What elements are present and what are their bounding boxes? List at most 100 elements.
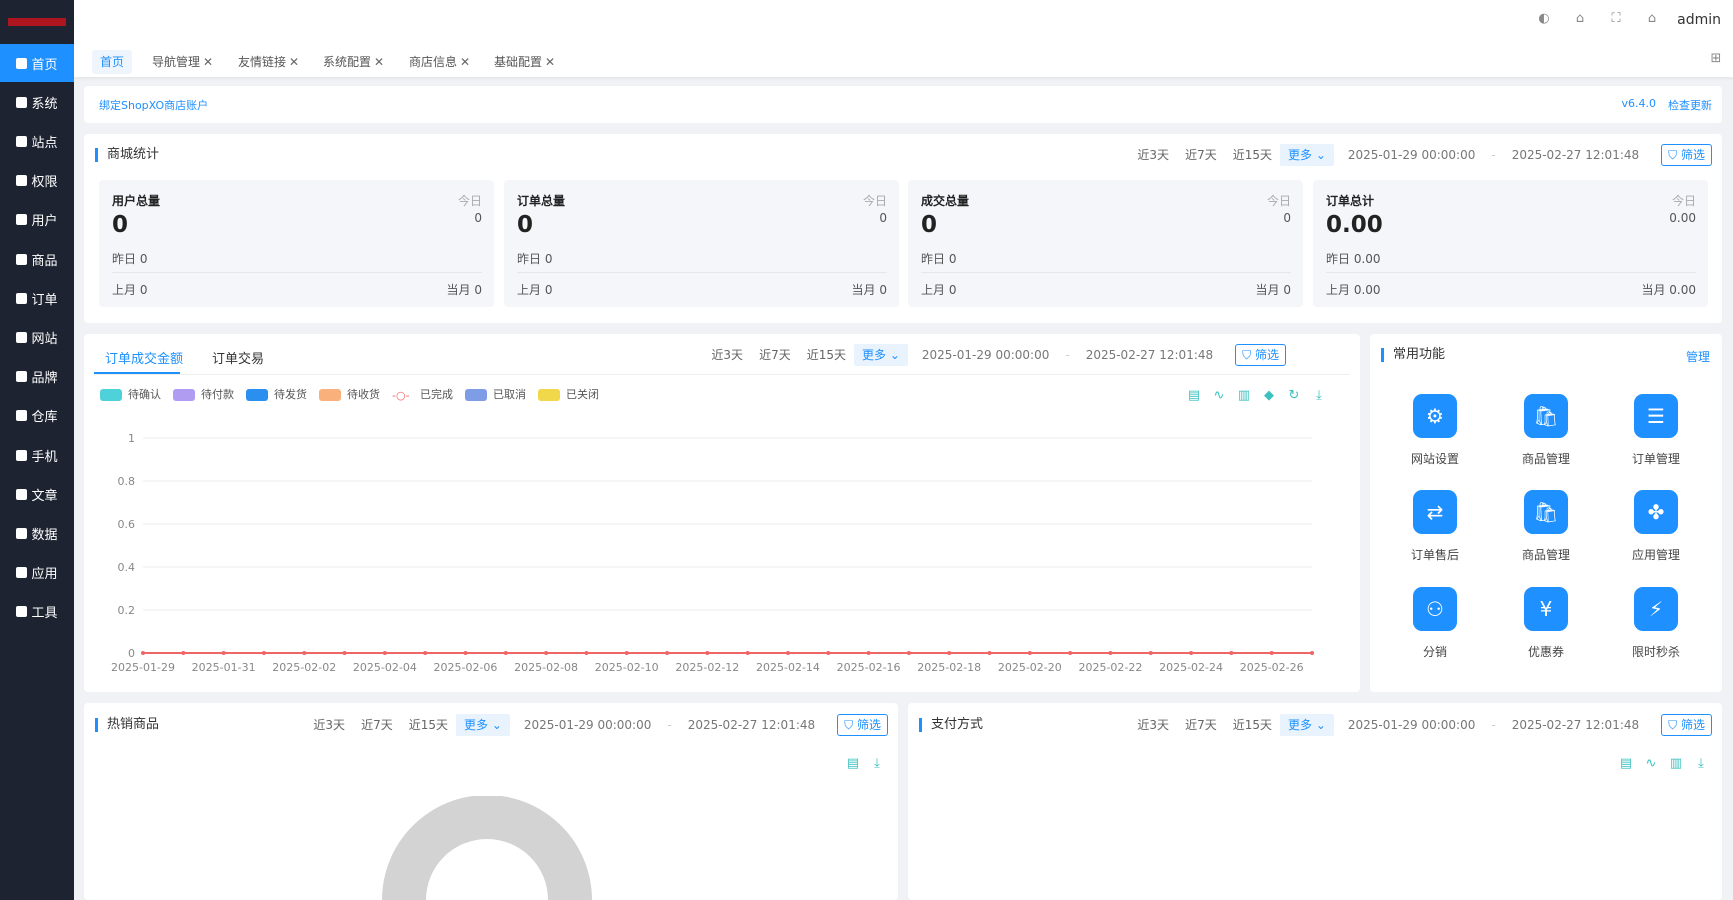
data-point[interactable]	[544, 651, 549, 655]
filter-button[interactable]: ⛉ 筛选	[837, 714, 888, 736]
start-date-input[interactable]: 2025-01-29 00:00:00	[510, 714, 665, 736]
sidebar-item-8[interactable]: 品牌	[0, 358, 74, 396]
data-point[interactable]	[181, 651, 186, 655]
stack-icon[interactable]: ◆	[1262, 389, 1276, 403]
download-icon[interactable]: ⤓	[870, 757, 884, 771]
line-chart-icon[interactable]: ∿	[1644, 757, 1658, 771]
legend-item[interactable]: 已关闭	[538, 386, 599, 402]
tab-order-trade[interactable]: 订单交易	[212, 348, 264, 367]
data-point[interactable]	[302, 651, 307, 655]
tab-order-amount[interactable]: 订单成交金额	[105, 348, 183, 367]
shortcut-7[interactable]: ¥ 优惠券	[1496, 587, 1596, 660]
end-date-input[interactable]: 2025-02-27 12:01:48	[1072, 344, 1227, 366]
legend-item[interactable]: 已取消	[465, 386, 526, 402]
end-date-input[interactable]: 2025-02-27 12:01:48	[674, 714, 829, 736]
theme-icon[interactable]: ◐	[1537, 12, 1551, 26]
last-3-days-button[interactable]: 近3天	[1129, 714, 1177, 736]
data-point[interactable]	[1269, 651, 1274, 655]
end-date-input[interactable]: 2025-02-27 12:01:48	[1498, 714, 1653, 736]
more-dropdown[interactable]: 更多 ⌄	[455, 714, 510, 736]
shortcut-4[interactable]: 🛍 商品管理	[1496, 490, 1596, 563]
filter-button[interactable]: ⛉ 筛选	[1661, 144, 1712, 166]
last-7-days-button[interactable]: 近7天	[1177, 714, 1225, 736]
data-point[interactable]	[624, 651, 629, 655]
close-icon[interactable]: ✕	[203, 55, 213, 69]
data-point[interactable]	[705, 651, 710, 655]
data-view-icon[interactable]: ▤	[846, 757, 860, 771]
data-view-icon[interactable]: ▤	[1187, 389, 1201, 403]
close-icon[interactable]: ✕	[374, 55, 384, 69]
version-link[interactable]: v6.4.0	[1622, 97, 1657, 110]
line-chart-icon[interactable]: ∿	[1212, 389, 1226, 403]
start-date-input[interactable]: 2025-01-29 00:00:00	[908, 344, 1063, 366]
last-15-days-button[interactable]: 近15天	[1225, 144, 1280, 166]
download-icon[interactable]: ⤓	[1694, 757, 1708, 771]
last-7-days-button[interactable]: 近7天	[353, 714, 401, 736]
shortcut-5[interactable]: ✤ 应用管理	[1606, 490, 1706, 563]
more-dropdown[interactable]: 更多 ⌄	[1279, 144, 1334, 166]
manage-link[interactable]: 管理	[1686, 348, 1710, 365]
user-menu[interactable]: admin	[1677, 12, 1721, 28]
bar-chart-icon[interactable]: ▥	[1237, 389, 1251, 403]
data-point[interactable]	[382, 651, 387, 655]
last-7-days-button[interactable]: 近7天	[751, 344, 799, 366]
sidebar-item-10[interactable]: 手机	[0, 436, 74, 474]
end-date-input[interactable]: 2025-02-27 12:01:48	[1498, 144, 1653, 166]
sidebar-item-13[interactable]: 应用	[0, 554, 74, 592]
grid-menu-icon[interactable]: ⊞	[1709, 52, 1723, 66]
shortcut-8[interactable]: ⚡ 限时秒杀	[1606, 587, 1706, 660]
sidebar-item-2[interactable]: 站点	[0, 122, 74, 160]
download-icon[interactable]: ⤓	[1312, 389, 1326, 403]
sidebar-item-5[interactable]: 商品	[0, 240, 74, 278]
more-dropdown[interactable]: 更多 ⌄	[1279, 714, 1334, 736]
shortcut-0[interactable]: ⚙ 网站设置	[1385, 394, 1485, 467]
data-point[interactable]	[261, 651, 266, 655]
sidebar-item-3[interactable]: 权限	[0, 162, 74, 200]
sidebar-item-9[interactable]: 仓库	[0, 397, 74, 435]
close-icon[interactable]: ✕	[460, 55, 470, 69]
data-point[interactable]	[1027, 651, 1032, 655]
data-point[interactable]	[866, 651, 871, 655]
data-point[interactable]	[785, 651, 790, 655]
last-7-days-button[interactable]: 近7天	[1177, 144, 1225, 166]
tab-0[interactable]: 首页	[92, 50, 133, 74]
data-point[interactable]	[1108, 651, 1113, 655]
start-date-input[interactable]: 2025-01-29 00:00:00	[1334, 144, 1489, 166]
tab-5[interactable]: 基础配置 ✕	[486, 50, 563, 74]
data-point[interactable]	[1068, 651, 1073, 655]
shortcut-6[interactable]: ⚇ 分销	[1385, 587, 1485, 660]
cache-icon[interactable]: ⌂	[1573, 12, 1587, 26]
last-15-days-button[interactable]: 近15天	[799, 344, 854, 366]
sidebar-item-1[interactable]: 系统	[0, 83, 74, 121]
sidebar-item-7[interactable]: 网站	[0, 318, 74, 356]
start-date-input[interactable]: 2025-01-29 00:00:00	[1334, 714, 1489, 736]
sidebar-item-4[interactable]: 用户	[0, 201, 74, 239]
legend-item[interactable]: -○- 已完成	[392, 386, 453, 402]
legend-item[interactable]: 待确认	[100, 386, 161, 402]
data-point[interactable]	[947, 651, 952, 655]
data-point[interactable]	[826, 651, 831, 655]
last-3-days-button[interactable]: 近3天	[305, 714, 353, 736]
data-point[interactable]	[665, 651, 670, 655]
data-point[interactable]	[463, 651, 468, 655]
data-point[interactable]	[423, 651, 428, 655]
tab-2[interactable]: 友情链接 ✕	[230, 50, 307, 74]
shortcut-3[interactable]: ⇄ 订单售后	[1385, 490, 1485, 563]
data-point[interactable]	[745, 651, 750, 655]
sidebar-item-11[interactable]: 文章	[0, 475, 74, 513]
check-update-link[interactable]: 检查更新	[1668, 97, 1712, 113]
sidebar-item-6[interactable]: 订单	[0, 279, 74, 317]
data-point[interactable]	[987, 651, 992, 655]
data-point[interactable]	[906, 651, 911, 655]
data-point[interactable]	[342, 651, 347, 655]
data-point[interactable]	[141, 651, 145, 655]
last-3-days-button[interactable]: 近3天	[703, 344, 751, 366]
restore-icon[interactable]: ↻	[1287, 389, 1301, 403]
sidebar-item-12[interactable]: 数据	[0, 514, 74, 552]
home-icon[interactable]: ⌂	[1645, 12, 1659, 26]
sidebar-item-0[interactable]: 首页	[0, 44, 74, 82]
close-icon[interactable]: ✕	[289, 55, 299, 69]
legend-item[interactable]: 待发货	[246, 386, 307, 402]
legend-item[interactable]: 待收货	[319, 386, 380, 402]
tab-4[interactable]: 商店信息 ✕	[401, 50, 478, 74]
